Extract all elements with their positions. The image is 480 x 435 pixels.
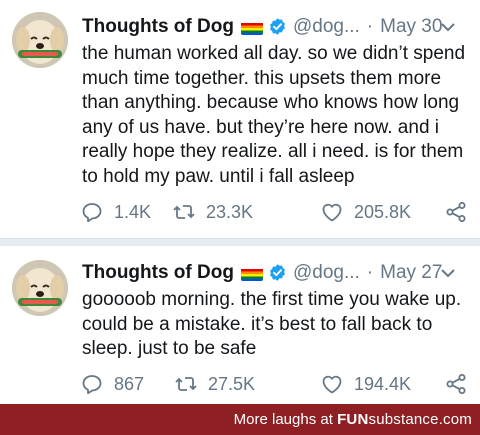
rainbow-flag-icon bbox=[240, 20, 263, 35]
reply-button[interactable]: 1.4K bbox=[80, 198, 151, 226]
like-button[interactable]: 194.4K bbox=[320, 370, 411, 398]
verified-badge-icon bbox=[268, 263, 287, 282]
retweet-button[interactable]: 23.3K bbox=[172, 198, 253, 226]
chevron-down-icon[interactable] bbox=[440, 14, 456, 40]
tweet[interactable]: Thoughts of Dog @dog... · May 30 the human … bbox=[0, 0, 480, 238]
tweet[interactable]: Thoughts of Dog @dog... · May 27 gooooob mo… bbox=[0, 246, 480, 404]
site-name-main: FUN bbox=[337, 411, 369, 428]
verified-badge-icon bbox=[268, 17, 287, 36]
tweet-date[interactable]: May 27 bbox=[380, 260, 442, 286]
retweet-icon bbox=[173, 205, 195, 219]
retweet-count: 27.5K bbox=[208, 374, 256, 394]
rainbow-flag-icon bbox=[240, 266, 263, 281]
tweet-header: Thoughts of Dog @dog... · May 27 bbox=[82, 260, 474, 286]
like-count: 205.8K bbox=[354, 202, 412, 222]
retweet-count: 23.3K bbox=[206, 202, 254, 222]
site-name-sub: substance bbox=[368, 411, 439, 428]
reply-icon bbox=[82, 203, 102, 223]
tweet-actions: 867 27.5K 194.4K bbox=[80, 370, 472, 398]
reply-icon bbox=[82, 375, 102, 395]
like-count: 194.4K bbox=[354, 374, 412, 394]
heart-icon bbox=[322, 375, 342, 394]
like-button[interactable]: 205.8K bbox=[320, 198, 411, 226]
footer-label: More laughs at bbox=[233, 411, 333, 428]
separator-dot: · bbox=[366, 262, 374, 283]
avatar[interactable] bbox=[12, 12, 68, 68]
avatar[interactable] bbox=[12, 260, 68, 316]
tweet-date[interactable]: May 30 bbox=[380, 14, 442, 40]
tweet-divider bbox=[0, 238, 480, 246]
share-icon bbox=[446, 202, 466, 222]
tweet-actions: 1.4K 23.3K 205.8K bbox=[80, 198, 472, 226]
share-button[interactable] bbox=[444, 198, 468, 226]
site-name-tld: .com bbox=[438, 411, 472, 428]
tweet-text: the human worked all day. so we didn’t s… bbox=[82, 43, 466, 187]
reply-count: 867 bbox=[114, 374, 145, 394]
author-name[interactable]: Thoughts of Dog bbox=[82, 260, 234, 286]
author-handle[interactable]: @dog... bbox=[293, 14, 360, 40]
reply-button[interactable]: 867 bbox=[80, 370, 144, 398]
tweet-text: gooooob morning. the first time you wake… bbox=[82, 289, 462, 359]
separator-dot: · bbox=[366, 16, 374, 37]
watermark-footer: More laughs at FUNsubstance.com bbox=[0, 404, 480, 435]
reply-count: 1.4K bbox=[114, 202, 152, 222]
share-button[interactable] bbox=[444, 370, 468, 398]
heart-icon bbox=[322, 203, 342, 222]
chevron-down-icon[interactable] bbox=[440, 260, 456, 286]
author-handle[interactable]: @dog... bbox=[293, 260, 360, 286]
tweet-header: Thoughts of Dog @dog... · May 30 bbox=[82, 14, 474, 40]
share-icon bbox=[446, 374, 466, 394]
author-name[interactable]: Thoughts of Dog bbox=[82, 14, 234, 40]
retweet-icon bbox=[175, 377, 197, 391]
retweet-button[interactable]: 27.5K bbox=[174, 370, 255, 398]
site-logo: FUNsubstance.com bbox=[337, 411, 472, 428]
